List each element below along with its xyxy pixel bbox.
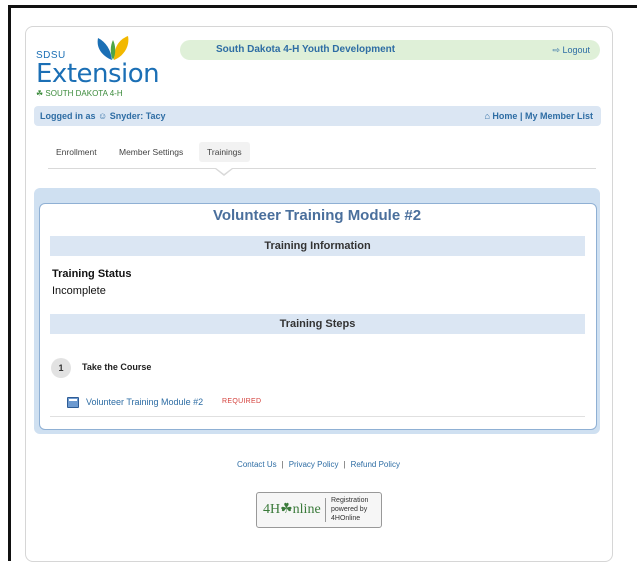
account-links: ⌂ Home | My Member List: [484, 111, 593, 121]
tab-trainings[interactable]: Trainings: [199, 142, 250, 162]
course-window-icon: [67, 397, 79, 408]
step-divider: [50, 416, 585, 417]
site-title: South Dakota 4-H Youth Development: [216, 44, 396, 55]
module-title: Volunteer Training Module #2: [212, 207, 422, 224]
sdsu-extension-logo: SDSU Extension ☘ SOUTH DAKOTA 4-H: [36, 34, 160, 98]
links-separator: |: [519, 111, 523, 121]
training-information-header: Training Information: [50, 236, 585, 256]
step-number-badge: 1: [51, 358, 71, 378]
leaf-logo-icon: [97, 36, 129, 60]
active-tab-pointer-inner: [216, 168, 232, 174]
footer-separator: |: [343, 460, 346, 469]
4honline-logo: 4H☘nline: [263, 502, 321, 517]
header-banner: South Dakota 4-H Youth Development ⇨ Log…: [180, 40, 600, 60]
tab-bar: Enrollment Member Settings Trainings: [48, 142, 596, 169]
badge-line-3: 4HOnline: [331, 515, 361, 522]
logout-link[interactable]: ⇨ Logout: [552, 45, 590, 56]
step-label: Take the Course: [82, 362, 152, 372]
badge-text: Registration powered by 4HOnline: [331, 496, 368, 523]
refund-policy-link[interactable]: Refund Policy: [351, 460, 400, 469]
contact-us-link[interactable]: Contact Us: [237, 460, 277, 469]
tab-member-settings[interactable]: Member Settings: [111, 142, 191, 162]
logo-extension-text: Extension: [36, 59, 160, 89]
badge-line-1: Registration: [331, 497, 369, 504]
training-status-value: Incomplete: [52, 285, 106, 297]
footer-links: Contact Us | Privacy Policy | Refund Policy: [0, 460, 637, 469]
badge-line-2: powered by: [331, 506, 368, 513]
4honline-badge[interactable]: 4H☘nline Registration powered by 4HOnlin…: [256, 492, 382, 528]
required-badge: REQUIRED: [222, 398, 262, 405]
window-frame-left: [8, 5, 11, 561]
logged-in-bar: Logged in as ☺ Snyder: Tacy ⌂ Home | My …: [34, 106, 601, 126]
logged-in-user: Logged in as ☺ Snyder: Tacy: [40, 111, 166, 121]
training-status-label: Training Status: [52, 268, 132, 280]
footer-separator: |: [281, 460, 284, 469]
training-steps-header: Training Steps: [50, 314, 585, 334]
my-member-list-link[interactable]: My Member List: [525, 111, 593, 121]
privacy-policy-link[interactable]: Privacy Policy: [289, 460, 339, 469]
logo-south-dakota-text: ☘ SOUTH DAKOTA 4-H: [36, 89, 123, 98]
badge-divider: [325, 498, 326, 522]
course-link[interactable]: Volunteer Training Module #2: [86, 397, 203, 407]
tab-enrollment[interactable]: Enrollment: [48, 142, 105, 162]
home-link[interactable]: ⌂ Home: [484, 111, 517, 121]
window-frame-top: [8, 5, 637, 8]
